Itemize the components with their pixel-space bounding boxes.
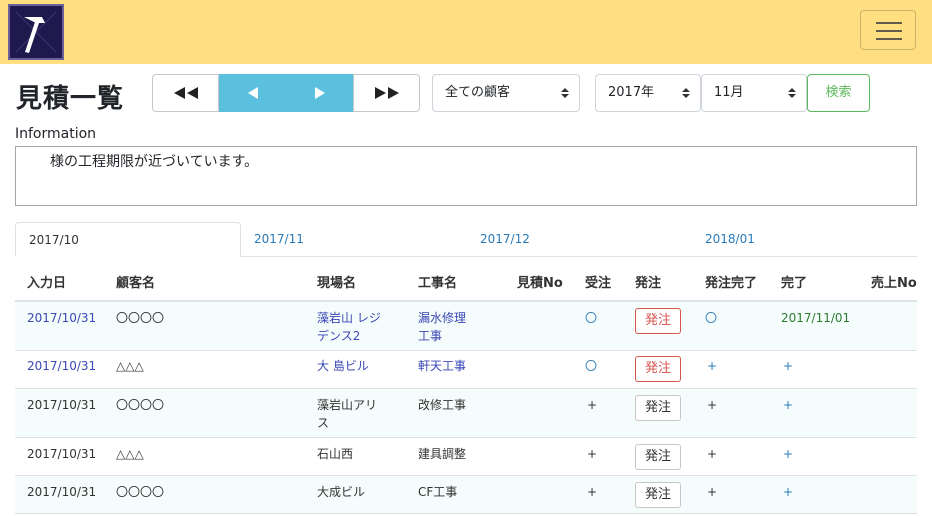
order-complete-mark[interactable]: 〇 [705,309,717,327]
column-header-estimate-no: 見積No [517,276,563,291]
work-name-link[interactable]: 軒天工事 [418,357,466,375]
year-select-value: 2017年 [608,85,655,100]
left-arrow-icon [247,87,258,99]
work-name: 改修工事 [418,398,467,412]
pager-button-group [152,74,420,112]
select-caret-icon [561,88,569,98]
customer-name: 〇〇〇〇 [116,485,165,499]
menu-icon [876,22,902,24]
complete-toggle[interactable]: + [783,483,793,501]
tab-2017-11[interactable]: 2017/11 [254,222,304,257]
column-header-sales-no: 売上No [871,276,917,291]
tab-2018-01[interactable]: 2018/01 [705,222,755,257]
entry-date: 2017/10/31 [27,485,97,499]
customer-select[interactable]: 全ての顧客 [432,74,580,112]
site-name: 石山西 [317,447,354,461]
customer-name: 〇〇〇〇 [116,311,165,325]
complete-toggle[interactable]: + [783,396,793,414]
entry-date-link[interactable]: 2017/10/31 [27,357,96,375]
order-button[interactable]: 発注 [635,395,681,421]
customer-select-value: 全ての顧客 [445,85,511,100]
order-button[interactable]: 発注 [635,356,681,382]
tab-2017-10[interactable]: 2017/10 [15,222,241,257]
last-page-button[interactable] [353,74,420,112]
column-header-customer: 顧客名 [116,276,156,291]
column-header-order-complete: 発注完了 [705,276,758,291]
received-mark[interactable]: 〇 [585,309,597,327]
order-complete-toggle[interactable]: + [707,445,717,463]
column-header-order: 発注 [635,276,662,291]
menu-toggle-button[interactable] [860,10,916,50]
next-page-button[interactable] [286,74,353,112]
table-row: 2017/10/31 △△△ 石山西 建具調整 + 発注 + + [15,438,917,476]
order-complete-toggle[interactable]: + [707,396,717,414]
work-name-link[interactable]: 漏水修理工事 [418,309,474,345]
work-name: CF工事 [418,485,458,499]
entry-date: 2017/10/31 [27,447,97,461]
site-name: 藻岩山アリス [317,398,378,430]
order-button[interactable]: 発注 [635,444,681,470]
information-text: 様の工程期限が近づいています。 [50,154,259,170]
month-select-value: 11月 [714,85,744,100]
column-header-entry-date: 入力日 [27,276,67,291]
double-right-arrow-icon [374,87,399,99]
first-page-button[interactable] [152,74,219,112]
page-title: 見積一覧 [16,84,125,114]
order-button[interactable]: 発注 [635,308,681,334]
complete-toggle[interactable]: + [783,445,793,463]
entry-date: 2017/10/31 [27,398,97,412]
table-row: 2017/10/31 〇〇〇〇 藻岩山 レジデンス2 漏水修理工事 〇 発注 〇… [15,302,917,351]
site-name-link[interactable]: 藻岩山 レジデンス2 [317,309,389,345]
site-name: 大成ビル [317,485,366,499]
double-left-arrow-icon [173,87,198,99]
complete-toggle[interactable]: + [783,357,793,375]
work-name: 建具調整 [418,447,467,461]
information-label: Information [15,126,97,142]
order-button[interactable]: 発注 [635,482,681,508]
navbar [0,0,932,64]
order-complete-toggle[interactable]: + [707,483,717,501]
information-box: 様の工程期限が近づいています。 [15,146,917,206]
received-toggle[interactable]: + [587,445,597,463]
site-name-link[interactable]: 大 島ビル [317,357,369,375]
complete-date[interactable]: 2017/11/01 [781,309,850,327]
customer-name: △△△ [116,359,144,373]
column-header-received: 受注 [585,276,612,291]
received-toggle[interactable]: + [587,396,597,414]
column-header-work: 工事名 [418,276,458,291]
entry-date-link[interactable]: 2017/10/31 [27,309,96,327]
tab-2017-12[interactable]: 2017/12 [480,222,530,257]
select-caret-icon [788,88,796,98]
right-arrow-icon [314,87,325,99]
order-complete-toggle[interactable]: + [707,357,717,375]
month-tabs: 2017/10 2017/11 2017/12 2018/01 [15,222,917,257]
hammer-logo-icon[interactable] [8,4,64,60]
received-mark[interactable]: 〇 [585,357,597,375]
received-toggle[interactable]: + [587,483,597,501]
select-caret-icon [682,88,690,98]
customer-name: △△△ [116,447,144,461]
column-header-complete: 完了 [781,276,808,291]
search-button[interactable]: 検索 [807,74,870,112]
customer-name: 〇〇〇〇 [116,398,165,412]
column-header-site: 現場名 [317,276,357,291]
previous-page-button[interactable] [219,74,286,112]
table-row: 2017/10/31 〇〇〇〇 藻岩山アリス 改修工事 + 発注 + + [15,389,917,438]
table-row: 2017/10/31 〇〇〇〇 大成ビル CF工事 + 発注 + + [15,476,917,514]
month-select[interactable]: 11月 [701,74,807,112]
table-row: 2017/10/31 △△△ 大 島ビル 軒天工事 〇 発注 + + [15,351,917,389]
year-select[interactable]: 2017年 [595,74,701,112]
